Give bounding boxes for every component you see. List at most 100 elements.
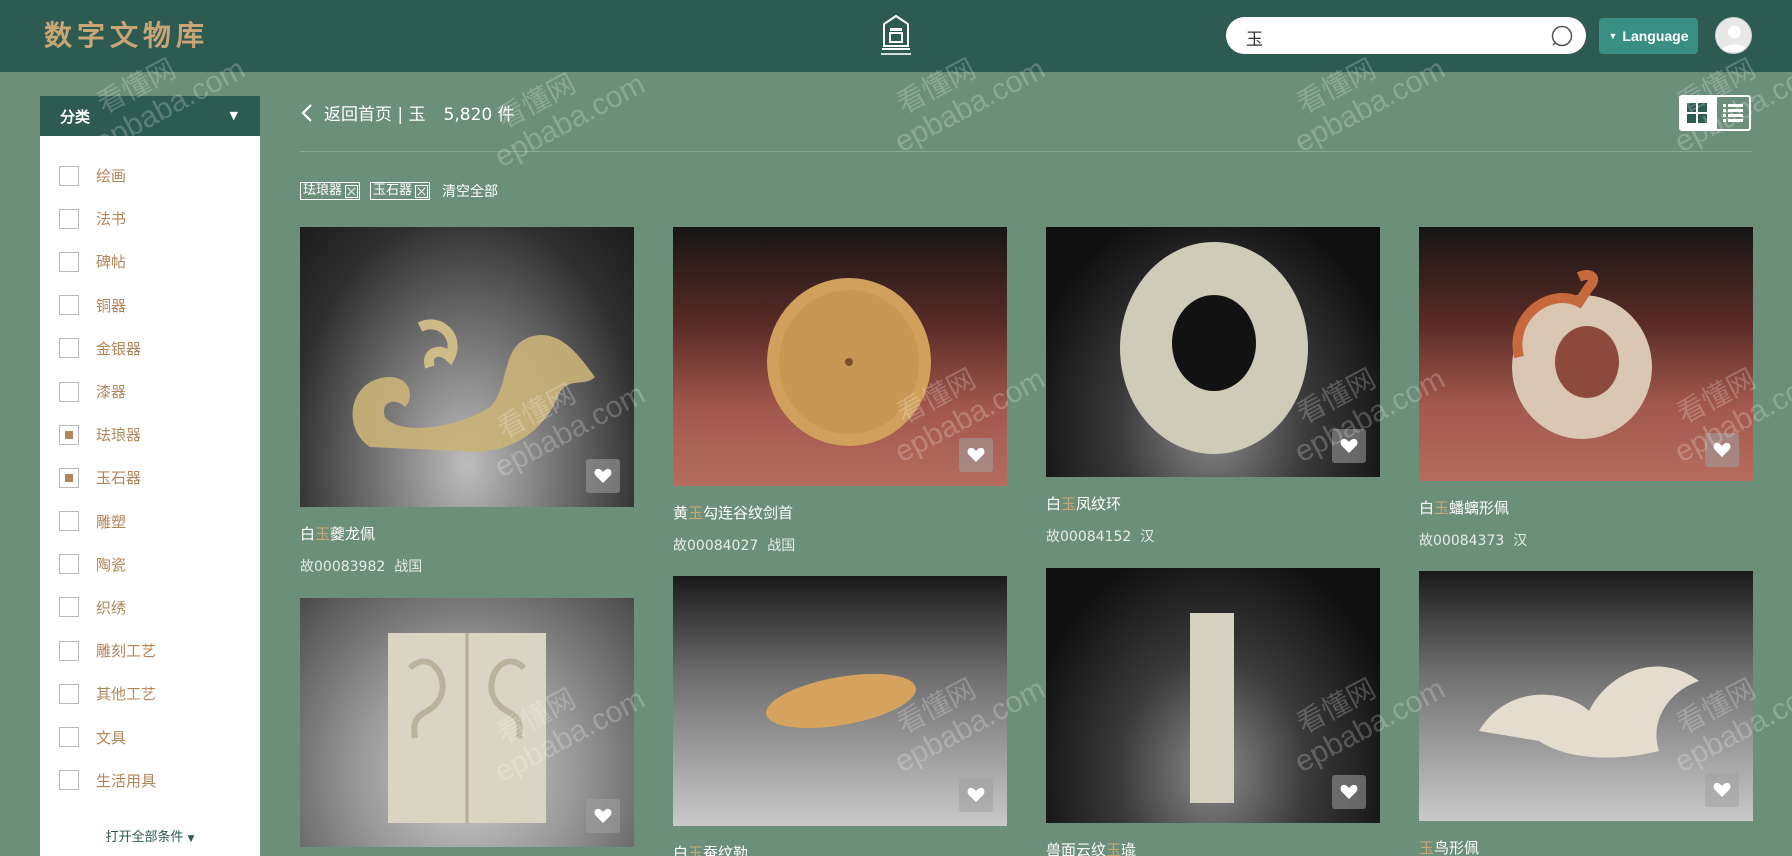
language-button[interactable]: ▼ Language bbox=[1599, 18, 1698, 54]
language-label: Language bbox=[1622, 28, 1689, 44]
artifact-title[interactable]: 兽面云纹玉璏 bbox=[1046, 839, 1380, 856]
category-item[interactable]: 织绣 bbox=[40, 586, 260, 629]
category-checkbox[interactable] bbox=[59, 251, 79, 272]
category-label[interactable]: 雕刻工艺 bbox=[96, 640, 156, 661]
artifact-image[interactable] bbox=[1046, 568, 1380, 823]
category-item[interactable]: 法书 bbox=[40, 197, 260, 240]
favorite-button[interactable] bbox=[1332, 775, 1366, 809]
artifact-card[interactable]: 黄玉勾连谷纹剑首 故00084027 战国 bbox=[673, 227, 1007, 555]
category-checkbox[interactable] bbox=[59, 208, 79, 229]
category-label[interactable]: 陶瓷 bbox=[96, 554, 126, 575]
artifact-image[interactable] bbox=[1419, 227, 1753, 481]
category-checkbox[interactable] bbox=[59, 511, 79, 532]
category-item[interactable]: 珐琅器 bbox=[40, 413, 260, 456]
category-checkbox[interactable] bbox=[59, 770, 79, 791]
toolbar-divider bbox=[300, 151, 1752, 152]
category-label[interactable]: 其他工艺 bbox=[96, 683, 156, 704]
category-label[interactable]: 珐琅器 bbox=[96, 424, 141, 445]
artifact-card[interactable]: 白玉蟠螭形佩 故00084373 汉 bbox=[1419, 227, 1753, 550]
category-item[interactable]: 文具 bbox=[40, 715, 260, 758]
back-home-link[interactable]: 返回首页 | 玉 bbox=[324, 100, 426, 125]
artifact-title[interactable]: 黄玉勾连谷纹剑首 bbox=[673, 502, 1007, 523]
category-item[interactable]: 漆器 bbox=[40, 370, 260, 413]
chevron-left-icon[interactable] bbox=[300, 103, 314, 123]
artifact-image[interactable] bbox=[673, 576, 1007, 826]
favorite-button[interactable] bbox=[1705, 773, 1739, 807]
category-label[interactable]: 铜器 bbox=[96, 295, 126, 316]
list-view-button[interactable] bbox=[1715, 95, 1751, 131]
search-box[interactable]: 玉 bbox=[1226, 17, 1586, 54]
category-checkbox[interactable] bbox=[59, 640, 79, 661]
category-label[interactable]: 漆器 bbox=[96, 381, 126, 402]
user-avatar-icon[interactable] bbox=[1715, 17, 1752, 54]
grid-view-button[interactable] bbox=[1679, 95, 1715, 131]
favorite-button[interactable] bbox=[1332, 429, 1366, 463]
artifact-card[interactable] bbox=[300, 598, 634, 847]
artifact-image[interactable] bbox=[300, 227, 634, 507]
category-label[interactable]: 文具 bbox=[96, 727, 126, 748]
category-checkbox[interactable] bbox=[59, 165, 79, 186]
category-label[interactable]: 雕塑 bbox=[96, 511, 126, 532]
close-icon[interactable] bbox=[415, 184, 429, 198]
artifact-title[interactable]: 白玉蚕纹勒 bbox=[673, 842, 1007, 856]
artifact-title[interactable]: 玉鸟形佩 bbox=[1419, 837, 1753, 856]
artifact-period: 战国 bbox=[767, 538, 796, 554]
category-dropdown-header[interactable]: 分类 ▼ bbox=[40, 96, 260, 136]
category-checkbox[interactable] bbox=[59, 727, 79, 748]
favorite-button[interactable] bbox=[1705, 433, 1739, 467]
open-all-conditions-link[interactable]: 打开全部条件 ▼ bbox=[40, 826, 260, 845]
category-item[interactable]: 绘画 bbox=[40, 154, 260, 197]
artifact-card[interactable]: 玉鸟形佩 bbox=[1419, 571, 1753, 856]
artifact-image[interactable] bbox=[673, 227, 1007, 486]
artifact-photo bbox=[388, 633, 546, 823]
category-item[interactable]: 雕刻工艺 bbox=[40, 629, 260, 672]
category-item[interactable]: 生活用具 bbox=[40, 759, 260, 802]
category-label[interactable]: 绘画 bbox=[96, 165, 126, 186]
filter-tag[interactable]: 玉石器 bbox=[370, 182, 431, 200]
artifact-title[interactable]: 白玉蟠螭形佩 bbox=[1419, 497, 1753, 518]
result-count: 5,820 件 bbox=[443, 105, 515, 125]
artifact-card[interactable]: 白玉凤纹环 故00084152 汉 bbox=[1046, 227, 1380, 546]
category-checkbox[interactable] bbox=[59, 381, 79, 402]
artifact-card[interactable]: 白玉夔龙佩 故00083982 战国 bbox=[300, 227, 634, 576]
category-label[interactable]: 玉石器 bbox=[96, 467, 141, 488]
favorite-button[interactable] bbox=[586, 459, 620, 493]
category-item[interactable]: 其他工艺 bbox=[40, 672, 260, 715]
category-item[interactable]: 铜器 bbox=[40, 284, 260, 327]
category-label[interactable]: 法书 bbox=[96, 208, 126, 229]
close-icon[interactable] bbox=[345, 184, 359, 198]
site-brand[interactable]: 数字文物库 bbox=[44, 14, 209, 54]
artifact-image[interactable] bbox=[300, 598, 634, 847]
search-input[interactable]: 玉 bbox=[1246, 25, 1263, 50]
category-label[interactable]: 生活用具 bbox=[96, 770, 156, 791]
artifact-title[interactable]: 白玉夔龙佩 bbox=[300, 523, 634, 544]
category-label[interactable]: 织绣 bbox=[96, 597, 126, 618]
museum-logo-icon[interactable] bbox=[878, 14, 914, 58]
category-item[interactable]: 雕塑 bbox=[40, 500, 260, 543]
category-checkbox[interactable] bbox=[59, 554, 79, 575]
category-checkbox[interactable] bbox=[59, 424, 79, 445]
category-label[interactable]: 碑帖 bbox=[96, 251, 126, 272]
category-checkbox[interactable] bbox=[59, 467, 79, 488]
category-item[interactable]: 金银器 bbox=[40, 327, 260, 370]
search-icon[interactable] bbox=[1551, 25, 1573, 47]
category-checkbox[interactable] bbox=[59, 597, 79, 618]
favorite-button[interactable] bbox=[959, 438, 993, 472]
artifact-image[interactable] bbox=[1046, 227, 1380, 477]
filter-tag[interactable]: 珐琅器 bbox=[300, 182, 361, 200]
artifact-title[interactable]: 白玉凤纹环 bbox=[1046, 493, 1380, 514]
favorite-button[interactable] bbox=[959, 778, 993, 812]
category-item[interactable]: 玉石器 bbox=[40, 456, 260, 499]
category-checkbox[interactable] bbox=[59, 683, 79, 704]
category-label[interactable]: 金银器 bbox=[96, 338, 141, 359]
artifact-image[interactable] bbox=[1419, 571, 1753, 821]
favorite-button[interactable] bbox=[586, 799, 620, 833]
artifact-card[interactable]: 白玉蚕纹勒 bbox=[673, 576, 1007, 856]
category-checkbox[interactable] bbox=[59, 338, 79, 359]
category-item[interactable]: 碑帖 bbox=[40, 240, 260, 283]
artifact-card[interactable]: 兽面云纹玉璏 bbox=[1046, 568, 1380, 856]
caret-down-icon: ▼ bbox=[187, 834, 195, 844]
clear-all-filters-link[interactable]: 清空全部 bbox=[442, 181, 498, 201]
category-checkbox[interactable] bbox=[59, 295, 79, 316]
category-item[interactable]: 陶瓷 bbox=[40, 543, 260, 586]
